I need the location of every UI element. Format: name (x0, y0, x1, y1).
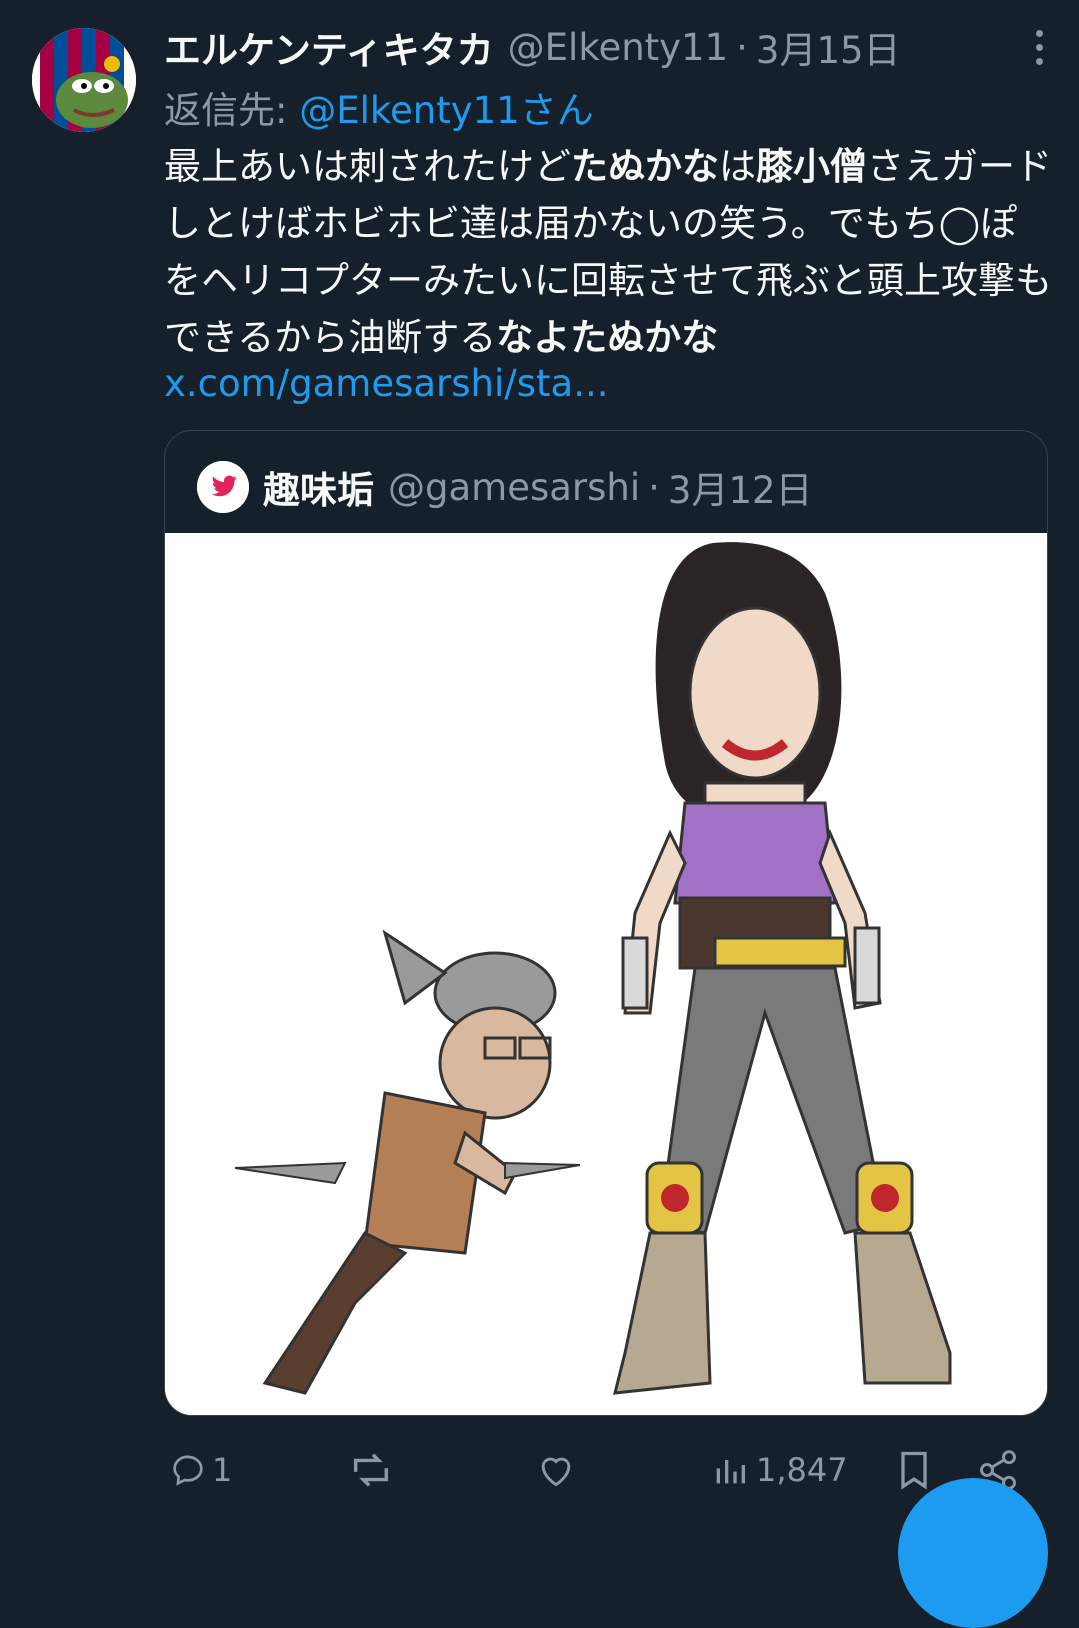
body-text: 最上あいは刺されたけど (164, 145, 571, 188)
action-bar: 1 1,847 (164, 1442, 1054, 1498)
more-icon[interactable] (1033, 30, 1045, 70)
reply-icon (173, 1455, 203, 1486)
bookmark-button[interactable] (892, 1442, 936, 1498)
quoted-author-name[interactable]: 趣味垢 (263, 460, 374, 514)
body-text-bold: たぬかな (571, 145, 719, 188)
tweet-body: 最上あいは刺されたけどたぬかなは膝小僧さえガードしとけばホビホビ達は届かないの笑… (164, 138, 1054, 366)
reply-context: 返信先: @Elkenty11さん (164, 80, 594, 134)
retweet-icon (353, 1453, 389, 1487)
reply-target-link[interactable]: @Elkenty11さん (299, 89, 593, 132)
like-icon (541, 1457, 571, 1487)
bookmark-icon (901, 1451, 927, 1490)
separator: · (648, 465, 660, 509)
quoted-tweet-card[interactable]: 趣味垢 @gamesarshi · 3月12日 (164, 430, 1048, 1416)
views-button[interactable]: 1,847 (710, 1442, 848, 1498)
quoted-author-avatar[interactable] (197, 461, 249, 513)
author-handle[interactable]: @Elkenty11 (508, 26, 728, 69)
separator: · (736, 25, 748, 69)
reply-prefix: 返信先: (164, 89, 288, 132)
quoted-tweet-date[interactable]: 3月12日 (668, 460, 813, 514)
like-button[interactable] (534, 1442, 578, 1498)
avatar-image (32, 28, 136, 132)
author-avatar[interactable] (32, 28, 136, 132)
reply-count: 1 (212, 1451, 233, 1489)
author-name[interactable]: エルケンティキタカ (164, 20, 494, 74)
body-text-bold: 膝小僧 (756, 145, 867, 188)
tweet-link[interactable]: x.com/gamesarshi/sta... (164, 362, 609, 405)
illustration-image (165, 533, 1047, 1415)
reply-button[interactable]: 1 (168, 1442, 232, 1498)
quoted-tweet-header: 趣味垢 @gamesarshi · 3月12日 (197, 461, 813, 513)
bird-icon (197, 461, 249, 513)
tweet-header: エルケンティキタカ @Elkenty11 · 3月15日 (164, 20, 999, 74)
body-text: は (719, 145, 756, 188)
retweet-button[interactable] (348, 1442, 394, 1498)
compose-fab[interactable] (898, 1478, 1048, 1628)
views-icon (716, 1460, 745, 1484)
quoted-author-handle[interactable]: @gamesarshi (388, 466, 640, 509)
tweet-date[interactable]: 3月15日 (756, 20, 901, 74)
quoted-tweet-image[interactable] (165, 533, 1047, 1415)
views-count: 1,847 (756, 1451, 848, 1489)
body-text-bold: なよたぬかな (496, 316, 719, 359)
